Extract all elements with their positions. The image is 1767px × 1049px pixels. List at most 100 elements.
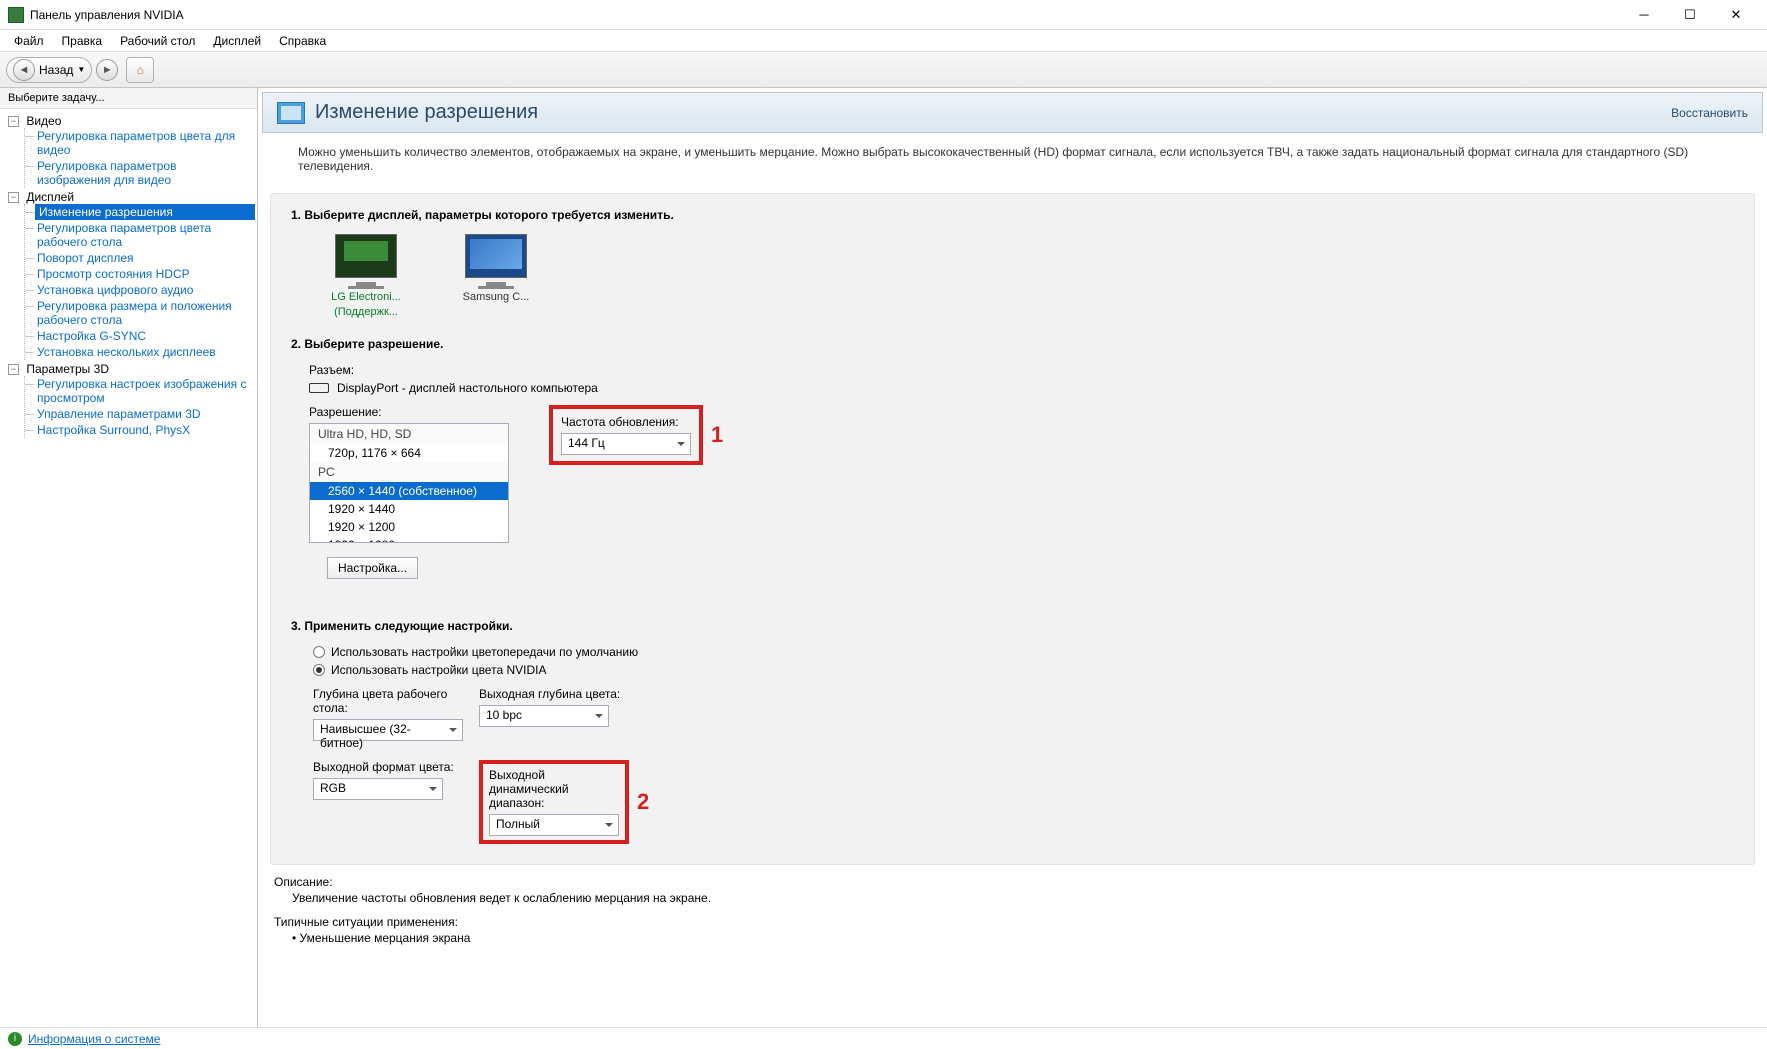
toolbar: ◄ Назад ▼ ► ⌂ [0,52,1767,88]
out-depth-dropdown[interactable]: 10 bpc [479,705,609,727]
format-label: Выходной формат цвета: [313,760,463,774]
res-item[interactable]: 2560 × 1440 (собственное) [310,482,508,500]
tree-toggle-3d[interactable]: − [8,364,19,375]
step1-heading: 1. Выберите дисплей, параметры которого … [291,208,1734,222]
step3-heading: 3. Применить следующие настройки. [291,619,1734,633]
step2-heading: 2. Выберите разрешение. [291,337,1734,351]
range-label: Выходной динамический диапазон: [489,768,619,810]
main-panel: Изменение разрешения Восстановить Можно … [258,88,1767,1027]
refresh-label: Частота обновления: [561,415,691,429]
home-button[interactable]: ⌂ [126,57,154,83]
res-group-pc: PC [310,462,508,482]
menu-desktop[interactable]: Рабочий стол [112,32,203,50]
resolution-listbox[interactable]: Ultra HD, HD, SD 720p, 1176 × 664 PC 256… [309,423,509,543]
monitor-icon [335,234,397,278]
depth-label: Глубина цвета рабочего стола: [313,687,463,715]
display-2[interactable]: Samsung C... [451,234,541,319]
menu-display[interactable]: Дисплей [205,32,269,50]
settings-section: 1. Выберите дисплей, параметры которого … [270,193,1755,865]
menubar: Файл Правка Рабочий стол Дисплей Справка [0,30,1767,52]
description-block: Описание: Увеличение частоты обновления … [274,875,1751,905]
radio-default[interactable] [313,646,325,658]
tree-item-video-image[interactable]: Регулировка параметров изображения для в… [35,158,255,188]
tree-toggle-video[interactable]: − [8,116,19,127]
nvidia-icon [8,7,24,23]
home-icon: ⌂ [137,63,144,77]
out-depth-label: Выходная глубина цвета: [479,687,629,701]
footer: i Информация о системе [0,1027,1767,1049]
use-case-item: • Уменьшение мерцания экрана [292,931,1751,945]
monitor-icon [465,234,527,278]
res-item[interactable]: 1920 × 1200 [310,518,508,536]
format-dropdown[interactable]: RGB [313,778,443,800]
menu-help[interactable]: Справка [271,32,334,50]
tree-item-desktop-color[interactable]: Регулировка параметров цвета рабочего ст… [35,220,255,250]
tree-item-video-color[interactable]: Регулировка параметров цвета для видео [35,128,255,158]
connector-value: DisplayPort - дисплей настольного компью… [337,381,598,395]
tree-item-gsync[interactable]: Настройка G-SYNC [35,328,255,344]
display-1-name: LG Electroni... [321,291,411,304]
back-label: Назад [39,63,73,77]
tree-item-hdcp[interactable]: Просмотр состояния HDCP [35,266,255,282]
tree-group-video[interactable]: Видео [26,114,61,128]
tree-group-display[interactable]: Дисплей [26,190,74,204]
customize-button[interactable]: Настройка... [327,557,418,579]
tree-item-multi-display[interactable]: Установка нескольких дисплеев [35,344,255,360]
close-button[interactable]: ✕ [1713,0,1759,30]
radio-nvidia[interactable] [313,664,325,676]
resolution-label: Разрешение: [309,405,509,419]
display-1-sub: (Поддержк... [321,306,411,319]
display-1[interactable]: LG Electroni... (Поддержк... [321,234,411,319]
tree-item-change-resolution[interactable]: Изменение разрешения [35,204,255,220]
titlebar: Панель управления NVIDIA ─ ☐ ✕ [0,0,1767,30]
range-dropdown[interactable]: Полный [489,814,619,836]
tree-item-rotate[interactable]: Поворот дисплея [35,250,255,266]
minimize-button[interactable]: ─ [1621,0,1667,30]
desc-body: Увеличение частоты обновления ведет к ос… [292,891,1751,905]
back-button[interactable]: ◄ Назад ▼ [6,57,92,83]
res-group-hd: Ultra HD, HD, SD [310,424,508,444]
menu-edit[interactable]: Правка [54,32,111,50]
use-cases-block: Типичные ситуации применения: • Уменьшен… [274,915,1751,945]
tree-item-size-position[interactable]: Регулировка размера и положения рабочего… [35,298,255,328]
annotation-1: 1 [711,422,723,448]
connector-label: Разъем: [309,363,1734,377]
res-item[interactable]: 720p, 1176 × 664 [310,444,508,462]
highlight-1: Частота обновления: 144 Гц 1 [549,405,703,465]
tree-item-3d-manage[interactable]: Управление параметрами 3D [35,406,255,422]
menu-file[interactable]: Файл [6,32,52,50]
highlight-2: Выходной динамический диапазон: Полный 2 [479,760,629,844]
tree-item-3d-preview[interactable]: Регулировка настроек изображения с просм… [35,376,255,406]
page-title: Изменение разрешения [315,101,538,124]
back-arrow-icon: ◄ [13,59,35,81]
resolution-icon [277,102,305,124]
annotation-2: 2 [637,789,649,815]
page-header: Изменение разрешения Восстановить [262,92,1763,133]
use-cases-heading: Типичные ситуации применения: [274,915,1751,929]
task-label: Выберите задачу... [0,88,257,109]
tree-toggle-display[interactable]: − [8,192,19,203]
tree-item-digital-audio[interactable]: Установка цифрового аудио [35,282,255,298]
maximize-button[interactable]: ☐ [1667,0,1713,30]
radio-default-label: Использовать настройки цветопередачи по … [331,645,638,659]
displayport-icon [309,383,329,393]
res-item[interactable]: 1920 × 1080 [310,536,508,543]
task-tree: − Видео Регулировка параметров цвета для… [0,109,257,1027]
radio-nvidia-row[interactable]: Использовать настройки цвета NVIDIA [313,663,1734,677]
intro-text: Можно уменьшить количество элементов, от… [258,137,1767,187]
radio-default-row[interactable]: Использовать настройки цветопередачи по … [313,645,1734,659]
window-title: Панель управления NVIDIA [30,8,1621,22]
tree-item-surround[interactable]: Настройка Surround, PhysX [35,422,255,438]
info-icon: i [8,1032,22,1046]
tree-group-3d[interactable]: Параметры 3D [26,362,109,376]
sidebar: Выберите задачу... − Видео Регулировка п… [0,88,258,1027]
radio-nvidia-label: Использовать настройки цвета NVIDIA [331,663,546,677]
display-2-name: Samsung C... [451,291,541,304]
forward-button[interactable]: ► [96,59,118,81]
depth-dropdown[interactable]: Наивысшее (32-битное) [313,719,463,741]
res-item[interactable]: 1920 × 1440 [310,500,508,518]
refresh-dropdown[interactable]: 144 Гц [561,433,691,455]
restore-link[interactable]: Восстановить [1671,106,1748,120]
system-info-link[interactable]: Информация о системе [28,1032,160,1046]
back-dropdown-icon: ▼ [77,65,85,74]
